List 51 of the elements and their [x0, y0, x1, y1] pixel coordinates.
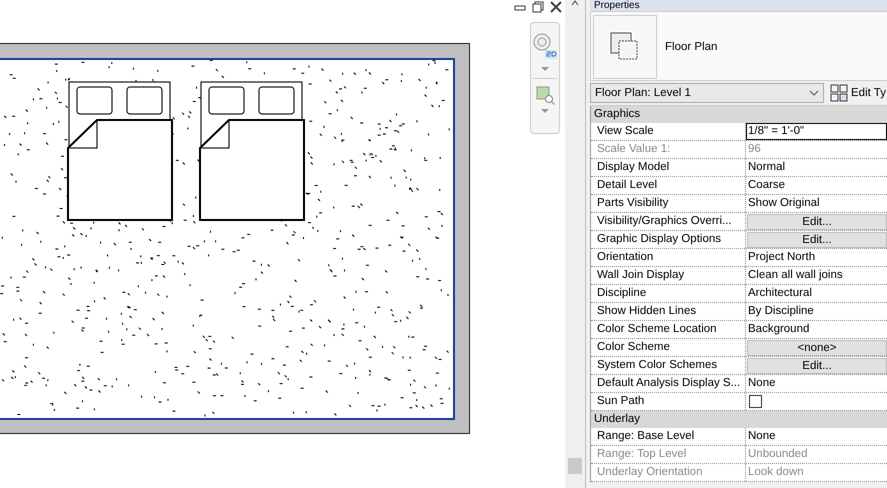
property-label: Show Hidden Lines	[591, 303, 746, 320]
property-value: 96	[747, 142, 762, 157]
property-value: Unbounded	[747, 447, 808, 462]
dropdown-arrow-icon[interactable]	[541, 109, 549, 114]
dropdown-arrow-icon[interactable]	[541, 67, 549, 72]
chevron-down-icon	[809, 90, 819, 96]
type-name: Floor Plan	[665, 41, 718, 53]
property-value: Look down	[747, 465, 805, 480]
property-label: Discipline	[591, 285, 746, 302]
property-value: Normal	[747, 160, 786, 175]
property-label: Graphic Display Options	[591, 231, 746, 248]
group-header[interactable]: Underlay	[591, 411, 887, 428]
property-label: Color Scheme Location	[591, 321, 746, 338]
edit-button[interactable]: Edit...	[747, 358, 887, 374]
edit-button[interactable]: Edit...	[747, 232, 887, 248]
property-value: Show Original	[747, 196, 821, 211]
property-label: Orientation	[591, 249, 746, 266]
property-label: Range: Base Level	[591, 428, 746, 445]
value-field[interactable]: 1/8" = 1'-0"	[746, 124, 887, 139]
property-label: Display Model	[591, 159, 746, 176]
property-value: None	[747, 376, 776, 391]
edit-button[interactable]: <none>	[747, 340, 887, 356]
group-header[interactable]: Graphics	[591, 106, 887, 123]
property-label: Visibility/Graphics Overri...	[591, 213, 746, 230]
property-value: Clean all wall joins	[747, 268, 844, 283]
property-label: Color Scheme	[591, 339, 746, 356]
property-value: Coarse	[747, 178, 786, 193]
edit-button[interactable]: Edit...	[747, 214, 887, 230]
property-value: Background	[747, 322, 810, 337]
property-label: Underlay Orientation	[591, 464, 746, 481]
property-value: Project North	[747, 250, 816, 265]
property-label: View Scale	[591, 123, 746, 140]
property-value: None	[747, 429, 776, 444]
property-label: Detail Level	[591, 177, 746, 194]
edit-type-icon	[830, 84, 848, 102]
edit-type-button[interactable]: Edit Ty	[830, 84, 886, 102]
property-value: By Discipline	[747, 304, 815, 319]
property-label: Parts Visibility	[591, 195, 746, 212]
property-label: Sun Path	[591, 393, 746, 410]
property-label: Scale Value 1:	[591, 141, 746, 158]
property-label: Default Analysis Display S...	[591, 375, 746, 392]
scrollbar-thumb[interactable]	[568, 458, 582, 474]
panel-title: Properties	[590, 0, 887, 11]
view-selector[interactable]: Floor Plan: Level 1	[590, 83, 824, 103]
property-label: Wall Join Display	[591, 267, 746, 284]
zoom-icon[interactable]	[535, 85, 555, 105]
property-value: Architectural	[747, 286, 813, 301]
property-label: Range: Top Level	[591, 446, 746, 463]
restore-icon[interactable]	[532, 1, 544, 13]
checkbox[interactable]	[749, 395, 762, 408]
property-label: System Color Schemes	[591, 357, 746, 374]
